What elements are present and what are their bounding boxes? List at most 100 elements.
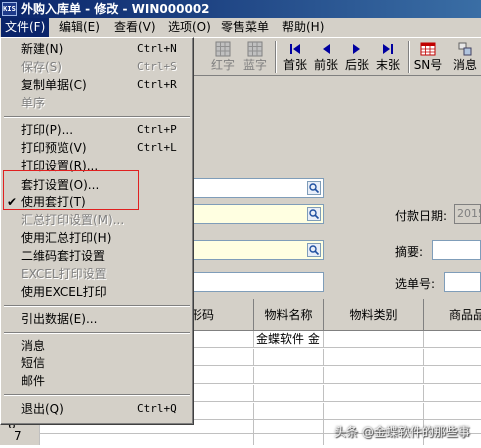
menu-copy-label: 复制单据(C) <box>21 78 87 92</box>
menu-use-template-print-label: 使用套打(T) <box>21 195 86 209</box>
select-no-label: 选单号: <box>395 277 436 291</box>
cell-barcode[interactable] <box>40 428 254 445</box>
cell-material-name[interactable] <box>254 349 324 366</box>
cell-material-category[interactable] <box>324 349 424 366</box>
cell-product[interactable] <box>424 349 481 366</box>
cell-product[interactable] <box>424 367 481 384</box>
menu-save-label: 保存(S) <box>21 60 62 74</box>
menu-edit[interactable]: 编辑(E) <box>55 18 104 37</box>
lookup-icon[interactable] <box>307 181 321 195</box>
menu-exit-label: 退出(Q) <box>21 402 64 416</box>
menu-new[interactable]: 新建(N) Ctrl+N <box>3 40 191 58</box>
message-button[interactable]: 消息 <box>449 39 481 75</box>
menu-use-summary-print[interactable]: 使用汇总打印(H) <box>3 229 191 247</box>
red-button[interactable]: 红字 <box>208 39 238 75</box>
menu-print-shortcut: Ctrl+P <box>137 123 177 136</box>
menu-template-print-settings[interactable]: 套打设置(O)... <box>3 176 191 194</box>
sn-table-icon <box>420 42 436 56</box>
next-label: 后张 <box>344 58 369 72</box>
menu-summary-print-settings-label: 汇总打印设置(M)... <box>21 213 125 227</box>
column-material-name[interactable]: 物料名称 <box>254 299 324 331</box>
menu-print-preview[interactable]: 打印预览(V) Ctrl+L <box>3 139 191 157</box>
menu-separator <box>4 305 190 307</box>
last-record-icon <box>383 44 393 54</box>
menu-use-template-print[interactable]: ✔ 使用套打(T) <box>3 193 191 211</box>
sn-label: SN号 <box>413 58 443 72</box>
sn-button[interactable]: SN号 <box>413 39 443 75</box>
supplier-input[interactable] <box>190 178 324 198</box>
menu-copy-shortcut: Ctrl+R <box>137 78 177 91</box>
first-record-icon <box>290 44 300 54</box>
column-material-category[interactable]: 物料类别 <box>324 299 424 331</box>
first-label: 首张 <box>282 58 307 72</box>
lookup-icon[interactable] <box>307 207 321 221</box>
cell-material-category[interactable] <box>324 367 424 384</box>
menu-use-excel-print[interactable]: 使用EXCEL打印 <box>3 283 191 301</box>
last-label: 末张 <box>375 58 400 72</box>
menu-bar: 文件(F) 编辑(E) 查看(V) 选项(O) 零售菜单 帮助(H) <box>0 18 481 37</box>
required-input-2[interactable] <box>190 240 324 260</box>
pay-date-label: 付款日期: <box>395 209 448 223</box>
menu-summary-print-settings: 汇总打印设置(M)... <box>3 211 191 229</box>
cell-material-name[interactable] <box>254 428 324 445</box>
menu-export-data-label: 引出数据(E)... <box>21 312 98 326</box>
menu-separator <box>4 332 190 334</box>
app-logo-icon: KIS <box>2 2 17 16</box>
menu-copy-document[interactable]: 复制单据(C) Ctrl+R <box>3 76 191 94</box>
required-input-1[interactable] <box>190 204 324 224</box>
cell-material-name[interactable]: 金蝶软件 金 <box>254 331 324 348</box>
menu-message[interactable]: 消息 <box>3 337 191 355</box>
next-record-icon <box>353 44 360 54</box>
menu-sequence: 单序 <box>3 94 191 112</box>
menu-view[interactable]: 查看(V) <box>110 18 160 37</box>
text-input[interactable] <box>190 272 324 292</box>
cell-product[interactable] <box>424 331 481 348</box>
prev-record-icon <box>323 44 330 54</box>
menu-print[interactable]: 打印(P)... Ctrl+P <box>3 121 191 139</box>
menu-file[interactable]: 文件(F) <box>1 18 50 37</box>
last-button[interactable]: 末张 <box>373 39 403 75</box>
watermark: 头条 @金蝶软件的那些事 <box>334 425 470 439</box>
message-label: 消息 <box>452 58 477 72</box>
cell-material-name[interactable] <box>254 367 324 384</box>
cell-material-category[interactable] <box>324 385 424 402</box>
red-label: 红字 <box>210 58 235 72</box>
first-button[interactable]: 首张 <box>280 39 310 75</box>
menu-qrcode-print-settings[interactable]: 二维码套打设置 <box>3 247 191 265</box>
blue-button[interactable]: 蓝字 <box>240 39 270 75</box>
menu-excel-print-settings-label: EXCEL打印设置 <box>21 267 107 281</box>
column-product[interactable]: 商品品 <box>424 299 481 331</box>
blue-label: 蓝字 <box>242 58 267 72</box>
next-button[interactable]: 后张 <box>342 39 372 75</box>
menu-help[interactable]: 帮助(H) <box>278 18 328 37</box>
summary-label: 摘要: <box>395 245 424 259</box>
menu-export-data[interactable]: 引出数据(E)... <box>3 310 191 328</box>
lookup-icon[interactable] <box>307 243 321 257</box>
menu-print-preview-label: 打印预览(V) <box>21 141 87 155</box>
menu-use-summary-print-label: 使用汇总打印(H) <box>21 231 112 245</box>
menu-options[interactable]: 选项(O) <box>164 18 215 37</box>
toolbar-separator <box>408 41 410 73</box>
grid-blue-icon <box>247 41 263 57</box>
cell-product[interactable] <box>424 385 481 402</box>
summary-input[interactable] <box>432 240 481 260</box>
menu-print-settings[interactable]: 打印设置(R)... <box>3 157 191 175</box>
menu-sms[interactable]: 短信 <box>3 354 191 372</box>
menu-exit[interactable]: 退出(Q) Ctrl+Q <box>3 400 191 418</box>
checkmark-icon: ✔ <box>7 195 18 209</box>
menu-sequence-label: 单序 <box>21 96 46 110</box>
menu-new-label: 新建(N) <box>21 42 64 56</box>
menu-retail[interactable]: 零售菜单 <box>217 18 273 37</box>
menu-email[interactable]: 邮件 <box>3 372 191 390</box>
prev-button[interactable]: 前张 <box>311 39 341 75</box>
row-number: 7 <box>0 428 40 445</box>
menu-print-preview-shortcut: Ctrl+L <box>137 141 177 154</box>
menu-print-label: 打印(P)... <box>21 123 74 137</box>
cell-material-name[interactable] <box>254 385 324 402</box>
menu-use-excel-print-label: 使用EXCEL打印 <box>21 285 107 299</box>
menu-print-settings-label: 打印设置(R)... <box>21 159 99 173</box>
pay-date-field[interactable]: 2015 <box>454 204 481 224</box>
select-no-input[interactable] <box>444 272 481 292</box>
message-icon <box>458 42 472 56</box>
cell-material-category[interactable] <box>324 331 424 348</box>
